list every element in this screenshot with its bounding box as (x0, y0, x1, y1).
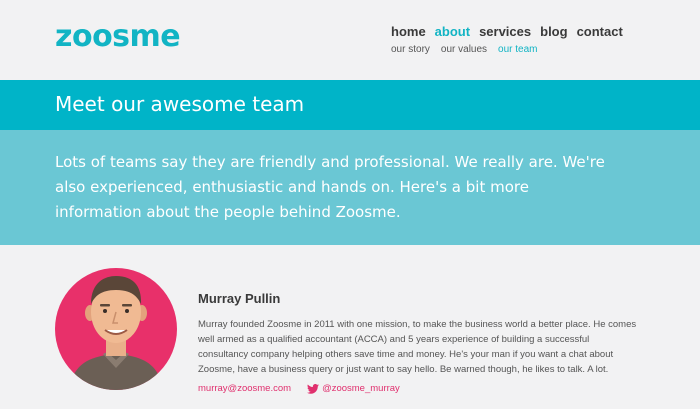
member-bio: Murray founded Zoosme in 2011 with one m… (198, 319, 637, 375)
site-header: zoosme home about services blog contact … (0, 0, 700, 80)
subnav-our-team[interactable]: our team (498, 44, 537, 55)
twitter-handle[interactable]: @zoosme_murray (322, 383, 400, 394)
nav-contact[interactable]: contact (577, 24, 623, 39)
nav-about[interactable]: about (435, 24, 470, 39)
logo[interactable]: zoosme (55, 19, 181, 54)
subnav-our-values[interactable]: our values (441, 44, 487, 55)
email-link[interactable]: murray@zoosme.com (198, 383, 291, 394)
nav-blog[interactable]: blog (540, 24, 567, 39)
main-nav: home about services blog contact (391, 24, 632, 39)
subnav-our-story[interactable]: our story (391, 44, 430, 55)
member-contacts: murray@zoosme.com @zoosme_murray (198, 383, 400, 394)
twitter-link[interactable]: @zoosme_murray (307, 383, 400, 394)
member-name: Murray Pullin (198, 291, 281, 306)
intro-text: Lots of teams say they are friendly and … (55, 153, 605, 221)
twitter-icon (307, 383, 320, 394)
sub-nav: our story our values our team (391, 44, 549, 55)
nav-home[interactable]: home (391, 24, 426, 39)
avatar (55, 268, 177, 390)
page-banner: Meet our awesome team (0, 80, 700, 130)
team-member-card: Murray Pullin Murray founded Zoosme in 2… (0, 245, 700, 409)
page-title: Meet our awesome team (55, 92, 305, 116)
nav-services[interactable]: services (479, 24, 531, 39)
intro-section: Lots of teams say they are friendly and … (0, 130, 700, 245)
